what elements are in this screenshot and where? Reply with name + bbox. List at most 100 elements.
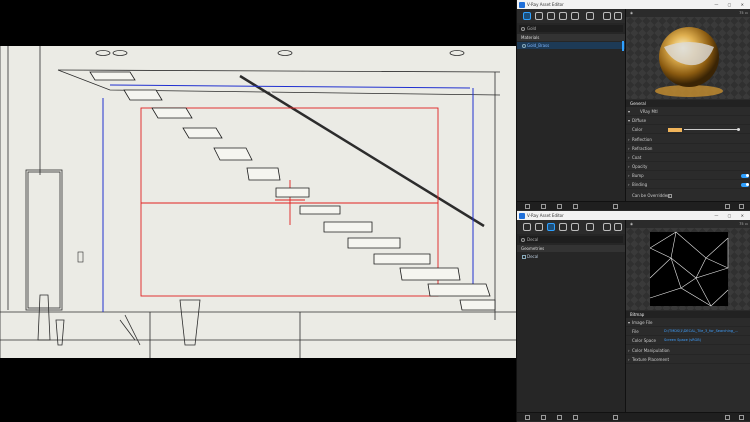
section-header[interactable]: Materials — [517, 34, 625, 41]
teapot-icon[interactable] — [603, 223, 611, 231]
geometry-icon — [522, 254, 526, 259]
bottom-toolbar — [517, 412, 750, 421]
chevron-down-icon: ▾ — [628, 109, 631, 114]
window-controls[interactable]: — ▢ ✕ — [714, 0, 748, 9]
3d-viewport[interactable] — [0, 0, 516, 422]
expand-icon[interactable] — [739, 415, 744, 420]
chevron-right-icon: › — [628, 357, 630, 362]
save-icon[interactable] — [557, 415, 562, 420]
lights-icon[interactable] — [535, 12, 543, 20]
rollout-binding[interactable]: › Binding — [626, 180, 750, 189]
materials-icon[interactable] — [523, 12, 531, 20]
expand-icon[interactable] — [739, 204, 744, 209]
title-bar: V-Ray Asset Editor — ▢ ✕ — [517, 0, 750, 9]
scrollbar[interactable] — [622, 41, 624, 51]
settings-icon[interactable] — [586, 12, 594, 20]
preview-toolbar: ◉ 75 ▭ — [630, 220, 748, 228]
color-row: Color — [626, 125, 750, 134]
textures-icon[interactable] — [559, 223, 567, 231]
rollout-texture-placement[interactable]: › Texture Placement — [626, 355, 750, 364]
general-header[interactable]: General — [626, 100, 750, 107]
override-checkbox[interactable] — [668, 193, 672, 198]
geometry-icon[interactable] — [547, 223, 555, 231]
diffuse-color-swatch[interactable] — [668, 127, 682, 132]
frame-buffer-icon[interactable] — [614, 12, 622, 20]
file-path-field[interactable]: D:\TMDS\1\DECAL_Tile_3_for_Searching_… — [664, 327, 738, 336]
properties-pane: ◉ 75 ▭ Bitmap ▾ Image File File D:\TMDS\… — [625, 220, 750, 412]
settings-icon[interactable] — [586, 223, 594, 231]
properties-pane: ◉ 75 ▭ General ▾ VRay Mtl ▾ Diffuse Colo… — [625, 9, 750, 201]
teapot-icon[interactable] — [603, 12, 611, 20]
frame-buffer-icon[interactable] — [614, 223, 622, 231]
vray-logo-icon — [519, 1, 525, 8]
asset-list-pane: Gold Materials Gold_Brass — [517, 23, 625, 201]
lights-icon[interactable] — [535, 223, 543, 231]
diffuse-slider[interactable] — [684, 127, 740, 131]
render-icon[interactable] — [725, 415, 730, 420]
search-input[interactable]: Decal — [519, 236, 623, 243]
diffuse-rollout[interactable]: ▾ Diffuse — [626, 116, 750, 125]
override-row: Can be Overridden — [626, 191, 750, 200]
eye-icon[interactable]: ◉ — [630, 9, 633, 17]
list-item[interactable]: Decal — [517, 253, 625, 260]
materials-icon[interactable] — [523, 223, 531, 231]
title-bar: V-Ray Asset Editor — ▢ ✕ — [517, 211, 750, 220]
asset-toolbar — [517, 220, 625, 234]
eye-icon[interactable]: ◉ — [630, 220, 633, 228]
rollout-color-manipulation[interactable]: › Color Manipulation — [626, 346, 750, 355]
add-icon[interactable] — [525, 204, 530, 209]
render-icon[interactable] — [725, 204, 730, 209]
file-row: File D:\TMDS\1\DECAL_Tile_3_for_Searchin… — [626, 327, 750, 336]
search-icon — [521, 237, 525, 242]
preview-toolbar: ◉ 75 ▭ — [630, 9, 748, 17]
material-sphere-icon — [522, 43, 526, 48]
chevron-right-icon: › — [628, 155, 630, 160]
color-space-row: Color Space Screen Space (sRGB) — [626, 336, 750, 345]
render-elements-icon[interactable] — [571, 223, 579, 231]
chevron-right-icon: › — [628, 146, 630, 151]
window-title: V-Ray Asset Editor — [527, 2, 564, 7]
textures-icon[interactable] — [559, 12, 567, 20]
viewport-background — [0, 46, 516, 358]
material-preview — [626, 17, 750, 99]
binding-toggle[interactable] — [741, 182, 749, 187]
open-icon[interactable] — [541, 415, 546, 420]
asset-list-pane: Decal Geometries Decal — [517, 234, 625, 412]
section-header[interactable]: Geometries — [517, 245, 625, 252]
chevron-right-icon: › — [628, 173, 630, 178]
asset-toolbar — [517, 9, 625, 23]
purge-icon[interactable] — [613, 204, 618, 209]
bitmap-header[interactable]: Bitmap — [626, 311, 750, 318]
color-space-select[interactable]: Screen Space (sRGB) — [664, 336, 701, 345]
search-input[interactable]: Gold — [519, 25, 623, 32]
vray-logo-icon — [519, 212, 525, 219]
chevron-right-icon: › — [628, 348, 630, 353]
render-elements-icon[interactable] — [571, 12, 579, 20]
rollout-reflection[interactable]: › Reflection — [626, 135, 750, 144]
chevron-right-icon: › — [628, 182, 630, 187]
bump-toggle[interactable] — [741, 173, 749, 178]
list-item[interactable]: Gold_Brass — [517, 42, 625, 49]
search-icon — [521, 26, 525, 31]
asset-editor-materials: V-Ray Asset Editor — ▢ ✕ Gold Materials … — [516, 0, 750, 211]
asset-editor-geometries: V-Ray Asset Editor — ▢ ✕ Decal Geometrie… — [516, 211, 750, 422]
rollout-refraction[interactable]: › Refraction — [626, 144, 750, 153]
chevron-down-icon: ▾ — [628, 320, 631, 325]
open-icon[interactable] — [541, 204, 546, 209]
rollout-bump[interactable]: › Bump — [626, 171, 750, 180]
add-icon[interactable] — [525, 415, 530, 420]
window-controls[interactable]: — ▢ ✕ — [714, 211, 748, 220]
delete-icon[interactable] — [573, 204, 578, 209]
geometry-icon[interactable] — [547, 12, 555, 20]
material-type-row[interactable]: ▾ VRay Mtl — [626, 107, 750, 116]
delete-icon[interactable] — [573, 415, 578, 420]
chevron-right-icon: › — [628, 137, 630, 142]
window-title: V-Ray Asset Editor — [527, 213, 564, 218]
rollout-opacity[interactable]: › Opacity — [626, 162, 750, 171]
purge-icon[interactable] — [613, 415, 618, 420]
bottom-toolbar — [517, 201, 750, 210]
viewport-canvas[interactable] — [0, 0, 516, 422]
save-icon[interactable] — [557, 204, 562, 209]
rollout-coat[interactable]: › Coat — [626, 153, 750, 162]
image-file-rollout[interactable]: ▾ Image File — [626, 318, 750, 327]
